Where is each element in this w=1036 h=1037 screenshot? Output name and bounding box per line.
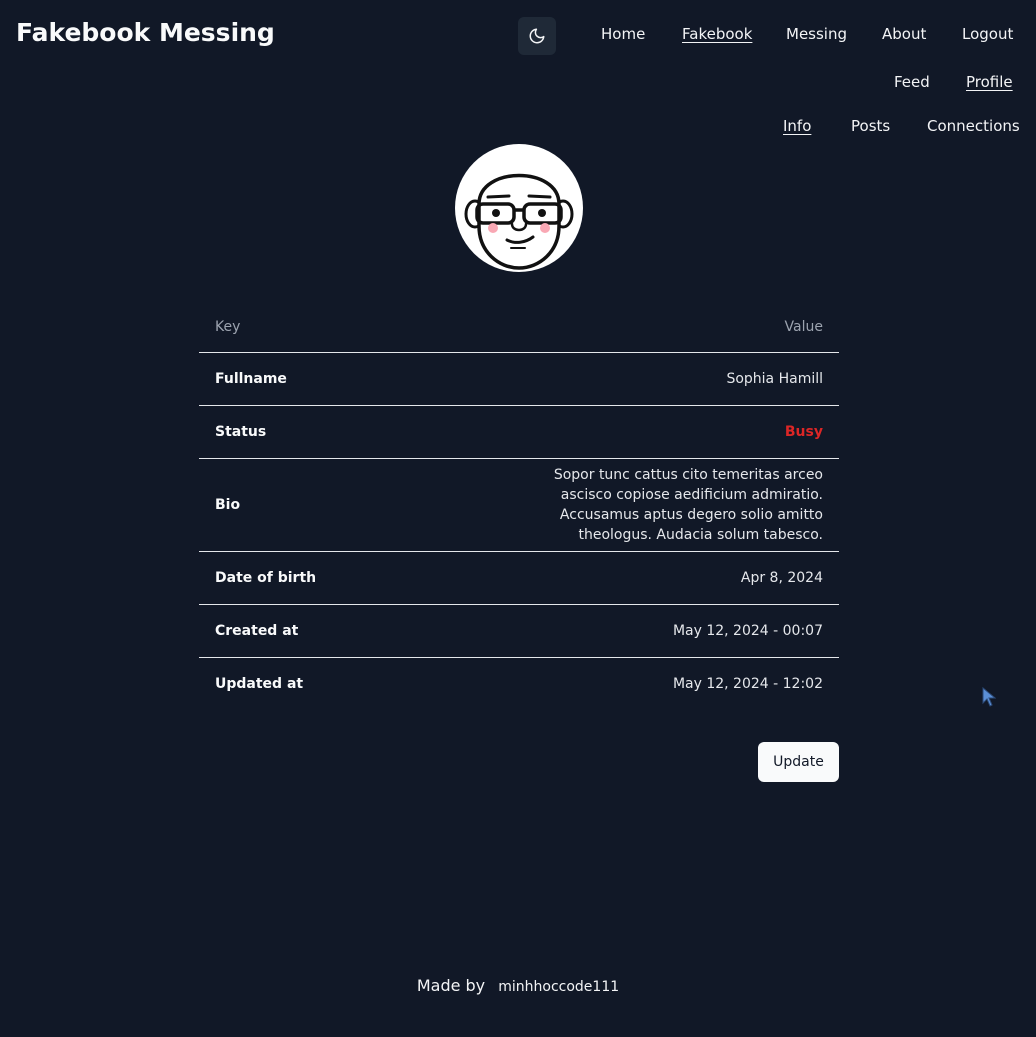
app-title[interactable]: Fakebook Messing [16,18,275,47]
nav-about[interactable]: About [882,25,926,43]
status-badge: Busy [784,424,823,440]
column-header-value: Value [361,302,839,353]
nav-messing[interactable]: Messing [786,25,847,43]
moon-icon [529,28,545,44]
row-key-bio: Bio [199,458,361,552]
table-row: Bio Sopor tunc cattus cito temeritas arc… [199,458,839,552]
tab-connections[interactable]: Connections [927,117,1020,135]
row-value-status: Busy [361,405,839,459]
profile-info-table: Key Value Fullname Sophia Hamill Status … [199,302,839,710]
update-button[interactable]: Update [758,742,839,782]
row-value-created-at: May 12, 2024 - 00:07 [361,604,839,658]
tab-posts[interactable]: Posts [851,117,890,135]
row-value-bio: Sopor tunc cattus cito temeritas arceo a… [361,458,839,552]
tab-info[interactable]: Info [783,117,811,135]
nav-home[interactable]: Home [601,25,645,43]
row-value-date-of-birth: Apr 8, 2024 [361,551,839,605]
nav-profile[interactable]: Profile [966,73,1013,91]
row-key-status: Status [199,405,361,459]
row-value-updated-at: May 12, 2024 - 12:02 [672,676,823,692]
bald-man-with-glasses-avatar [464,173,574,270]
avatar [455,144,583,272]
nav-feed[interactable]: Feed [894,73,930,91]
nav-logout[interactable]: Logout [962,25,1013,43]
table-row: Fullname Sophia Hamill [199,352,839,406]
table-row: Status Busy [199,405,839,459]
footer: Made by minhhoccode111 [0,976,1036,995]
row-key-updated-at: Updated at [215,676,304,692]
footer-author-link[interactable]: minhhoccode111 [498,979,619,995]
nav-fakebook[interactable]: Fakebook [682,25,752,43]
table-row: Date of birth Apr 8, 2024 [199,551,839,605]
row-value-fullname: Sophia Hamill [361,352,839,406]
row-key-created-at: Created at [199,604,361,658]
table-header-row: Key Value [199,302,839,353]
footer-prefix: Made by [416,976,486,995]
mouse-cursor-icon [982,687,996,707]
row-key-fullname: Fullname [199,352,361,406]
column-header-key: Key [199,302,361,353]
table-row: Created at May 12, 2024 - 00:07 [199,604,839,658]
theme-toggle-button[interactable] [518,17,556,55]
table-row: Updated at May 12, 2024 - 12:02 [199,658,839,711]
row-key-date-of-birth: Date of birth [199,551,361,605]
